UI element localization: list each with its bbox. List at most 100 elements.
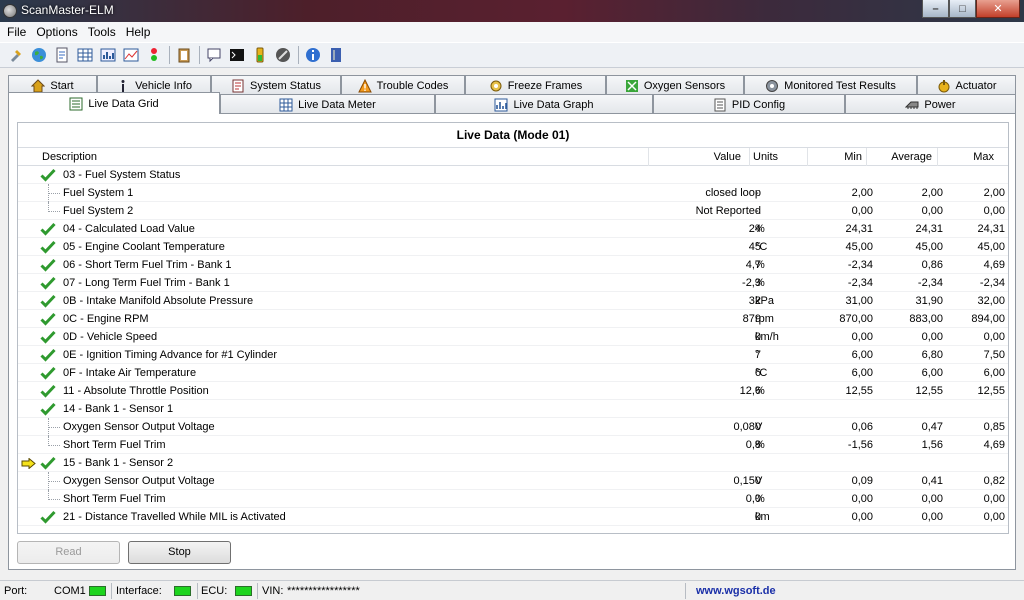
check-icon — [40, 312, 56, 326]
tab-row-bottom: Live Data Grid Live Data Meter Live Data… — [8, 92, 1016, 114]
grid-icon[interactable] — [75, 45, 95, 65]
warning-icon — [357, 78, 372, 93]
row-max: 4,69 — [983, 439, 1005, 451]
table-row[interactable]: 11 - Absolute Throttle Position 12,6% 12,5… — [18, 382, 1008, 400]
battery-icon[interactable] — [250, 45, 270, 65]
table-row[interactable]: 14 - Bank 1 - Sensor 1 — [18, 400, 1008, 418]
read-button[interactable]: Read — [17, 541, 120, 564]
table-row[interactable]: 05 - Engine Coolant Temperature 45 °C 45,00… — [18, 238, 1008, 256]
table-row[interactable]: 0E - Ignition Timing Advance for #1 Cyli… — [18, 346, 1008, 364]
tab-pid-config[interactable]: PID Config — [653, 94, 845, 114]
column-divider — [937, 148, 938, 166]
table-row[interactable]: 15 - Bank 1 - Sensor 2 — [18, 454, 1008, 472]
website-link[interactable]: www.wgsoft.de — [696, 585, 776, 597]
tab-label: Vehicle Info — [135, 79, 192, 92]
check-icon — [40, 294, 56, 308]
header-units[interactable]: Units — [753, 151, 778, 163]
row-min: 6,00 — [851, 367, 873, 379]
stop-button[interactable]: Stop — [128, 541, 231, 564]
globe-icon[interactable] — [29, 45, 49, 65]
tree-line — [48, 445, 60, 446]
maximize-button[interactable]: □ — [949, 0, 976, 18]
table-row[interactable]: 21 - Distance Travelled While MIL is Act… — [18, 508, 1008, 526]
tab-freeze-frames[interactable]: Freeze Frames — [465, 75, 606, 95]
table-row[interactable]: Oxygen Sensor Output Voltage 0,080 V 0,06 0,… — [18, 418, 1008, 436]
menu-options[interactable]: Options — [31, 23, 82, 41]
book-icon[interactable] — [326, 45, 346, 65]
table-row[interactable]: 0C - Engine RPM 879 rpm 870,00 883,00 894,00 — [18, 310, 1008, 328]
table-row[interactable]: 0B - Intake Manifold Absolute Pressure 32… — [18, 292, 1008, 310]
row-average: 0,00 — [921, 511, 943, 523]
start-icon — [31, 78, 46, 93]
tab-live-data-grid[interactable]: Live Data Grid — [8, 92, 220, 114]
table-row[interactable]: Short Term Fuel Trim 0,8% -1,56 1,56 4,69 — [18, 436, 1008, 454]
row-average: 0,00 — [921, 493, 943, 505]
table-row[interactable]: Short Term Fuel Trim 0,0% 0,00 0,00 0,00 — [18, 490, 1008, 508]
check-icon — [40, 168, 56, 182]
menu-tools[interactable]: Tools — [83, 23, 121, 41]
header-max[interactable]: Max — [973, 151, 994, 163]
table-row[interactable]: Fuel System 2 Not Reported - 0,00 0,00 0,00 — [18, 202, 1008, 220]
stop-icon[interactable] — [273, 45, 293, 65]
row-unit: °C — [755, 241, 768, 253]
row-max: 0,00 — [983, 511, 1005, 523]
tab-live-data-graph[interactable]: Live Data Graph — [435, 94, 653, 114]
row-description: Short Term Fuel Trim — [63, 439, 166, 451]
row-unit: - — [755, 205, 759, 217]
table-row[interactable]: 06 - Short Term Fuel Trim - Bank 1 4,7% -2… — [18, 256, 1008, 274]
row-max: 0,00 — [983, 205, 1005, 217]
row-max: 32,00 — [977, 295, 1005, 307]
row-description: 0D - Vehicle Speed — [63, 331, 158, 343]
header-value[interactable]: Value — [714, 151, 741, 163]
toolbar-separator — [199, 46, 200, 64]
close-button[interactable]: ✕ — [976, 0, 1020, 18]
connect-icon[interactable] — [6, 45, 26, 65]
tab-actuator[interactable]: Actuator — [917, 75, 1016, 95]
tab-power[interactable]: Power — [845, 94, 1016, 114]
tab-live-data-meter[interactable]: Live Data Meter — [220, 94, 435, 114]
message-icon[interactable] — [204, 45, 224, 65]
header-average[interactable]: Average — [891, 151, 932, 163]
row-average: 0,86 — [921, 259, 943, 271]
gear-icon — [765, 79, 779, 93]
header-description[interactable]: Description — [42, 151, 97, 163]
row-unit: % — [755, 259, 765, 271]
document-icon[interactable] — [52, 45, 72, 65]
chart-icon[interactable] — [121, 45, 141, 65]
table-row[interactable]: Oxygen Sensor Output Voltage 0,150 V 0,09 0,… — [18, 472, 1008, 490]
row-description: 0F - Intake Air Temperature — [63, 367, 197, 379]
tab-monitored-test-results[interactable]: Monitored Test Results — [744, 75, 917, 95]
row-max: -2,34 — [979, 277, 1005, 289]
status-icon[interactable] — [144, 45, 164, 65]
table-row[interactable]: 0F - Intake Air Temperature 6 °C 6,00 6,00 6,… — [18, 364, 1008, 382]
header-min[interactable]: Min — [844, 151, 862, 163]
title-bar: ScanMaster-ELM – □ ✕ — [0, 0, 1024, 22]
row-average: 31,90 — [915, 295, 943, 307]
table-row[interactable]: 07 - Long Term Fuel Trim - Bank 1 -2,3% -2… — [18, 274, 1008, 292]
check-icon — [40, 276, 56, 290]
menu-help[interactable]: Help — [121, 23, 156, 41]
tab-label: PID Config — [731, 98, 786, 111]
tab-oxygen-sensors[interactable]: Oxygen Sensors — [606, 75, 744, 95]
table-row[interactable]: Fuel System 1 closed loop - 2,00 2,00 2,00 — [18, 184, 1008, 202]
minimize-button[interactable]: – — [922, 0, 949, 18]
status-interface: Interface: — [112, 583, 198, 599]
table-row[interactable]: 0D - Vehicle Speed 0 km/h 0,00 0,00 0,00 — [18, 328, 1008, 346]
table-row[interactable]: 03 - Fuel System Status — [18, 166, 1008, 184]
live-data-panel: Live Data (Mode 01) Description Value Un… — [8, 113, 1016, 570]
row-unit: °C — [755, 367, 768, 379]
clipboard-icon[interactable] — [174, 45, 194, 65]
interface-label: Interface: — [116, 585, 162, 597]
menu-file[interactable]: File — [2, 23, 31, 41]
meter-icon[interactable] — [98, 45, 118, 65]
table-row[interactable]: 04 - Calculated Load Value 24% 24,31 24,31 2… — [18, 220, 1008, 238]
status-port: Port: COM1 — [0, 583, 112, 599]
tab-trouble-codes[interactable]: Trouble Codes — [341, 75, 465, 95]
info-icon[interactable] — [303, 45, 323, 65]
window-controls: – □ ✕ — [922, 0, 1020, 18]
tab-system-status[interactable]: System Status — [211, 75, 341, 95]
tab-label: Actuator — [955, 79, 997, 92]
check-icon — [40, 366, 56, 380]
ecu-led — [235, 586, 252, 596]
terminal-icon[interactable] — [227, 45, 247, 65]
